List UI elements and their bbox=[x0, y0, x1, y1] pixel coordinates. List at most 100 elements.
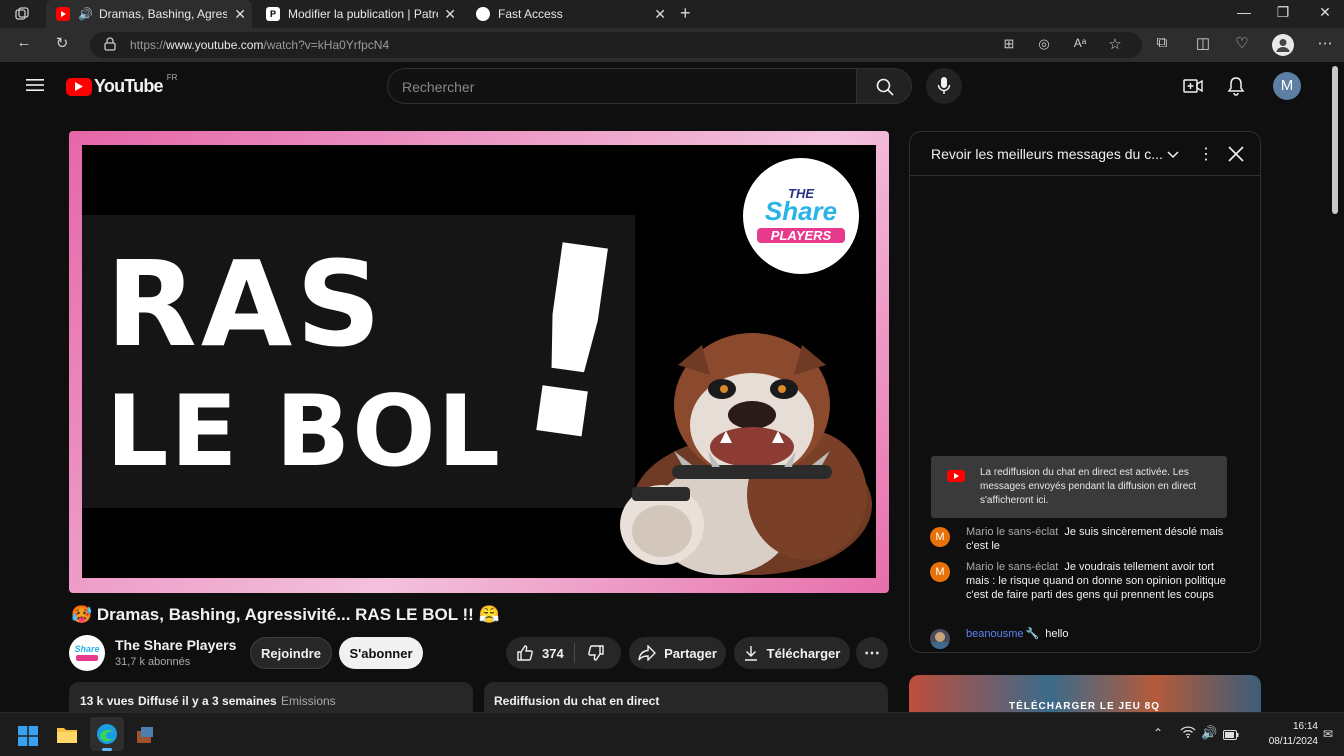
audio-playing-icon[interactable]: 🔊 bbox=[78, 7, 93, 21]
download-button[interactable]: Télécharger bbox=[734, 637, 850, 669]
edge-browser-icon[interactable] bbox=[90, 717, 124, 751]
youtube-logo[interactable]: YouTube FR bbox=[66, 73, 178, 97]
windows-start-icon[interactable] bbox=[18, 726, 38, 746]
channel-name[interactable]: The Share Players bbox=[115, 637, 236, 653]
tab-youtube-video[interactable]: 🔊 Dramas, Bashing, Agressivité ✕ bbox=[46, 0, 252, 28]
new-tab-icon[interactable]: + bbox=[680, 3, 691, 24]
chat-replay-notice: La rediffusion du chat en direct est act… bbox=[931, 456, 1227, 518]
notification-center-icon[interactable]: ✉ bbox=[1323, 727, 1333, 741]
tab-title: Dramas, Bashing, Agressivité bbox=[98, 7, 227, 21]
chat-avatar[interactable]: M bbox=[930, 527, 950, 547]
search-icon bbox=[876, 78, 894, 96]
chat-message: beanousme 🔧 hello bbox=[930, 627, 1230, 649]
country-code: FR bbox=[166, 73, 178, 82]
chat-header: Revoir les meilleurs messages du c... ⋮ bbox=[910, 132, 1260, 176]
app-icon[interactable] bbox=[135, 725, 155, 745]
close-tab-icon[interactable]: ✕ bbox=[234, 6, 246, 23]
thumbnail-text-ras: RAS bbox=[106, 235, 386, 373]
file-explorer-icon[interactable] bbox=[56, 725, 78, 745]
apps-icon[interactable]: ⊞ bbox=[998, 36, 1020, 52]
split-screen-icon[interactable]: ◫ bbox=[1192, 34, 1214, 52]
volume-icon[interactable]: 🔊 bbox=[1201, 725, 1217, 741]
clock-time[interactable]: 16:14 bbox=[1268, 721, 1318, 732]
chat-author[interactable]: Mario le sans-éclat bbox=[966, 526, 1058, 538]
youtube-play-icon bbox=[66, 77, 92, 96]
page-scrollbar[interactable] bbox=[1328, 62, 1344, 712]
join-button[interactable]: Rejoindre bbox=[250, 637, 332, 669]
extensions-icon[interactable]: ⧉ bbox=[1151, 34, 1173, 51]
channel-avatar[interactable]: Share bbox=[69, 635, 105, 671]
dislike-button[interactable] bbox=[575, 644, 605, 662]
chat-text: hello bbox=[1045, 628, 1069, 640]
avatar[interactable]: M bbox=[1273, 72, 1301, 100]
address-bar[interactable]: https://www.youtube.com/watch?v=kHa0Yrfp… bbox=[90, 32, 1142, 58]
tracking-prevention-icon[interactable]: ◎ bbox=[1033, 36, 1055, 52]
svg-text:Share: Share bbox=[74, 644, 99, 654]
active-app-indicator bbox=[102, 748, 112, 751]
favorite-star-icon[interactable]: ☆ bbox=[1104, 35, 1126, 53]
minimize-icon[interactable]: — bbox=[1229, 4, 1259, 20]
lock-icon[interactable] bbox=[104, 37, 116, 56]
show-hidden-icons-chevron-icon[interactable]: ⌃ bbox=[1153, 726, 1163, 740]
chevron-down-icon[interactable] bbox=[1167, 148, 1179, 160]
wifi-icon[interactable] bbox=[1180, 725, 1196, 744]
category-tag: Emissions bbox=[281, 694, 336, 708]
scrollbar-thumb[interactable] bbox=[1332, 66, 1338, 214]
patreon-favicon-icon: P bbox=[266, 7, 280, 21]
chat-author[interactable]: beanousme bbox=[966, 628, 1024, 640]
bulldog-illustration bbox=[620, 333, 872, 575]
posted-date: Diffusé il y a 3 semaines bbox=[138, 694, 277, 708]
workspaces-icon[interactable] bbox=[14, 6, 30, 22]
maximize-icon[interactable]: ❐ bbox=[1268, 4, 1298, 21]
close-tab-icon[interactable]: ✕ bbox=[654, 6, 666, 23]
battery-icon[interactable] bbox=[1223, 727, 1239, 745]
refresh-icon[interactable]: ↻ bbox=[51, 34, 73, 52]
chat-avatar[interactable]: M bbox=[930, 562, 950, 582]
moderator-wrench-icon: 🔧 bbox=[1025, 628, 1040, 640]
notice-text: La rediffusion du chat en direct est act… bbox=[980, 467, 1197, 506]
chat-mode-selector[interactable]: Revoir les meilleurs messages du c... bbox=[931, 146, 1163, 162]
share-label: Partager bbox=[664, 645, 717, 661]
more-menu-icon[interactable]: ⋯ bbox=[1314, 34, 1336, 52]
browser-essentials-icon[interactable]: ♡ bbox=[1231, 34, 1253, 52]
create-video-icon[interactable] bbox=[1183, 77, 1203, 100]
video-player[interactable]: RAS LE BOL ! THE Share PLAYERS bbox=[69, 131, 889, 593]
windows-taskbar: ⌃ 🔊 16:14 08/11/2024 ✉ bbox=[0, 712, 1344, 756]
profile-icon[interactable] bbox=[1272, 34, 1294, 56]
voice-search-button[interactable] bbox=[926, 68, 962, 104]
download-icon bbox=[744, 646, 757, 661]
back-icon[interactable]: ← bbox=[13, 34, 35, 51]
notifications-bell-icon[interactable] bbox=[1227, 76, 1245, 101]
tab-fast-access[interactable]: Fast Access ✕ bbox=[466, 0, 672, 28]
chat-replay-label: Rediffusion du chat en direct bbox=[494, 694, 660, 708]
chat-message: M Mario le sans-éclat Je voudrais telleme… bbox=[930, 560, 1230, 602]
share-button[interactable]: Partager bbox=[629, 637, 726, 669]
share-icon bbox=[638, 645, 657, 661]
hamburger-menu-icon[interactable] bbox=[26, 78, 44, 97]
search-button[interactable] bbox=[856, 68, 912, 104]
close-window-icon[interactable]: ✕ bbox=[1310, 4, 1340, 21]
thumbnail-text-le-bol: LE BOL bbox=[106, 375, 502, 489]
chat-author[interactable]: Mario le sans-éclat bbox=[966, 561, 1058, 573]
like-dislike-group: 374 bbox=[506, 637, 621, 669]
like-count: 374 bbox=[542, 645, 564, 661]
read-aloud-icon[interactable]: Aᵃ bbox=[1069, 36, 1091, 50]
url-text: https://www.youtube.com/watch?v=kHa0Yrfp… bbox=[130, 38, 389, 52]
url-host: www.youtube.com bbox=[166, 38, 264, 52]
close-icon[interactable] bbox=[1228, 146, 1244, 162]
search-input[interactable]: Rechercher bbox=[387, 68, 857, 104]
clock-date[interactable]: 08/11/2024 bbox=[1248, 736, 1318, 747]
subscribe-button[interactable]: S'abonner bbox=[339, 637, 423, 669]
recommended-video-thumbnail[interactable]: TÉLÉCHARGER LE JEU 8Q bbox=[909, 675, 1261, 712]
more-actions-button[interactable]: ⋯ bbox=[856, 637, 888, 669]
tab-patreon[interactable]: P Modifier la publication | Patreon ✕ bbox=[256, 0, 462, 28]
fast-access-favicon-icon bbox=[476, 7, 490, 21]
live-chat-panel: Revoir les meilleurs messages du c... ⋮ … bbox=[909, 131, 1261, 653]
like-button[interactable]: 374 bbox=[506, 643, 575, 663]
chat-avatar[interactable] bbox=[930, 629, 950, 649]
logo-share: Share bbox=[764, 196, 838, 226]
youtube-header: YouTube FR Rechercher M bbox=[0, 62, 1328, 112]
logo-players: PLAYERS bbox=[757, 228, 845, 243]
close-tab-icon[interactable]: ✕ bbox=[444, 6, 456, 23]
more-vertical-icon[interactable]: ⋮ bbox=[1198, 144, 1214, 164]
